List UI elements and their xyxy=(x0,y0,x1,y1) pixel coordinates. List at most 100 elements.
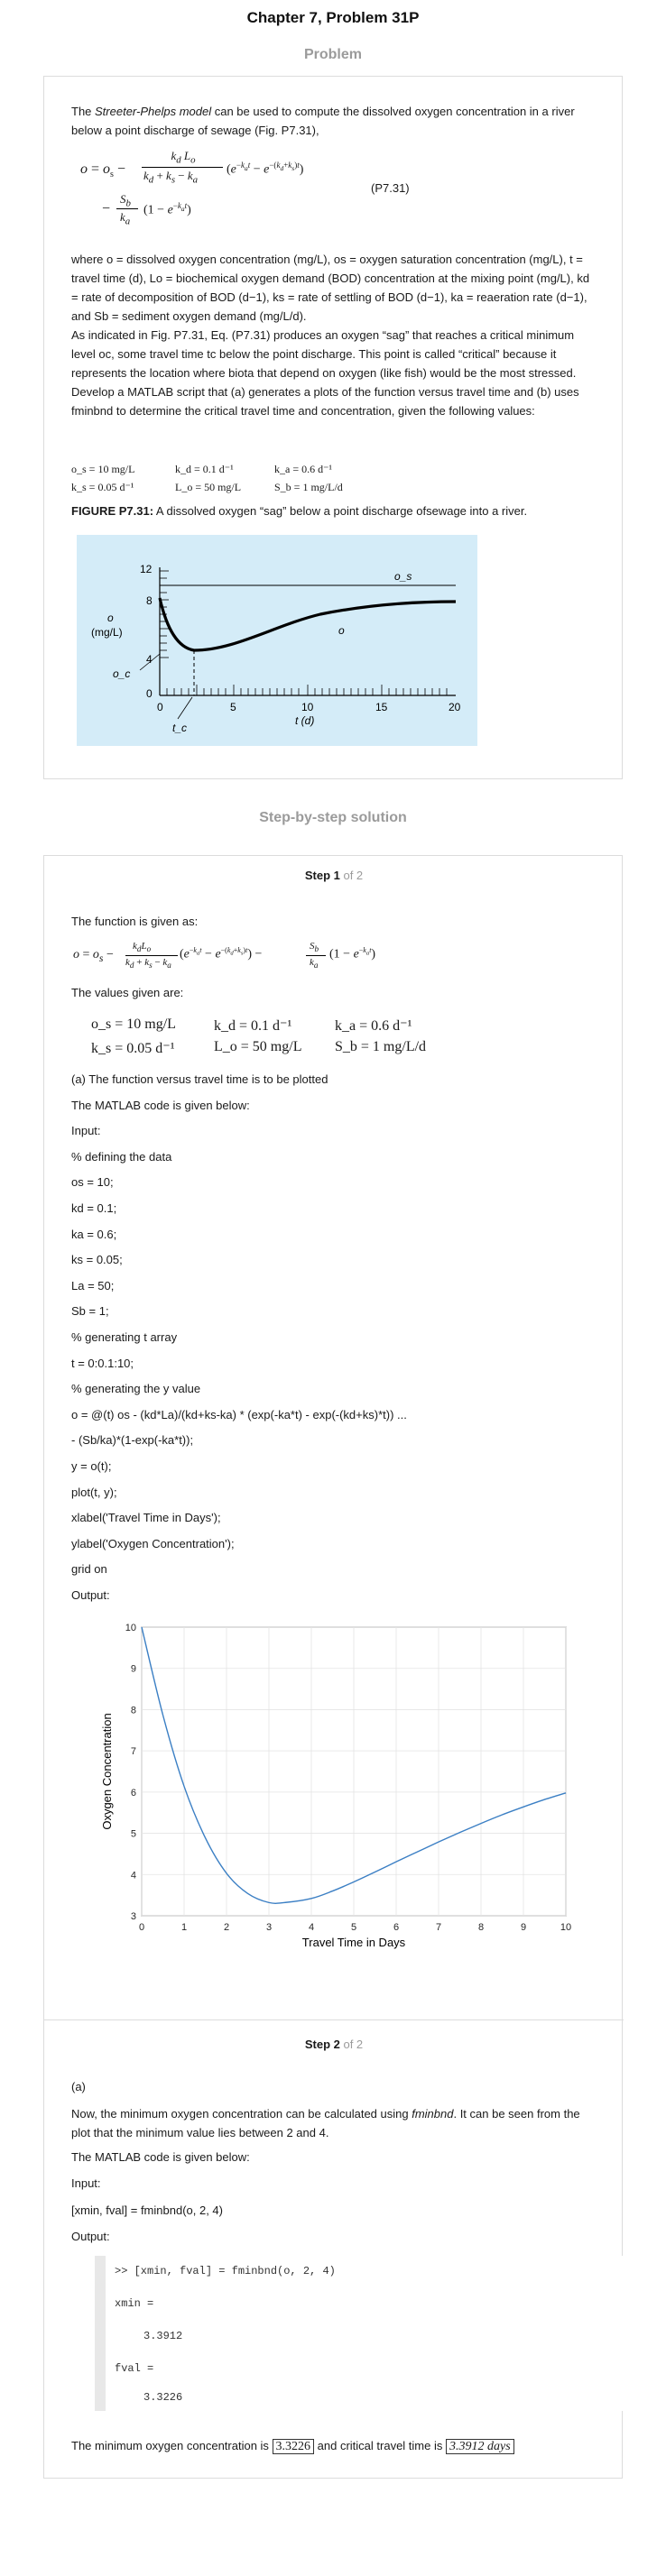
code-line: % defining the data xyxy=(71,1149,172,1164)
plot-xtick-label: 1 xyxy=(181,1922,187,1933)
where-text: where o = dissolved oxygen concentration… xyxy=(71,253,590,323)
fig-ytick-8: 8 xyxy=(146,594,153,607)
code-line: ka = 0.6; xyxy=(71,1227,117,1241)
step-2-header: Step 2 of 2 xyxy=(304,2038,364,2051)
value-sb: S_b = 1 mg/L/d xyxy=(274,481,343,493)
fig-xtick-10: 10 xyxy=(301,701,314,713)
values-intro: The values given are: xyxy=(71,986,184,999)
fig-o-label: o xyxy=(338,624,345,637)
answer-concentration: 3.3226 xyxy=(272,2439,315,2454)
code-line: os = 10; xyxy=(71,1175,114,1190)
step2-input-label: Input: xyxy=(71,2176,101,2190)
plot-ytick-label: 8 xyxy=(131,1705,136,1716)
solution-section-label: Step-by-step solution xyxy=(259,810,407,825)
value-kd: k_d = 0.1 d⁻¹ xyxy=(175,463,234,475)
code-line: xlabel('Travel Time in Days'); xyxy=(71,1511,221,1525)
plot-xtick-label: 7 xyxy=(436,1922,441,1933)
step2-output-label: Output: xyxy=(71,2230,110,2243)
plot-ytick-label: 6 xyxy=(131,1788,136,1799)
plot-xtick-label: 9 xyxy=(521,1922,526,1933)
code-line: kd = 0.1; xyxy=(71,1201,117,1215)
code-line: % generating the y value xyxy=(71,1382,201,1396)
figure-p7-31: 12 8 4 0 o (mg/L) o_c 0 5 10 15 20 t (d)… xyxy=(77,535,477,746)
code-line: t = 0:0.1:10; xyxy=(71,1356,134,1370)
fig-xlabel: t (d) xyxy=(295,714,314,727)
plot-ytick-label: 5 xyxy=(131,1829,136,1840)
page-title: Chapter 7, Problem 31P xyxy=(246,9,420,26)
step1-value-sb: S_b = 1 mg/L/d xyxy=(335,1039,427,1054)
plot-xtick-label: 0 xyxy=(139,1922,144,1933)
code-line: grid on xyxy=(71,1562,107,1577)
figure-caption: FIGURE P7.31: A dissolved oxygen “sag” b… xyxy=(71,504,528,518)
step2-code: [xmin, fval] = fminbnd(o, 2, 4) xyxy=(71,2203,223,2217)
value-ka: k_a = 0.6 d⁻¹ xyxy=(274,463,333,475)
step2-description: Now, the minimum oxygen concentration ca… xyxy=(71,2107,580,2139)
task-text: As indicated in Fig. P7.31, Eq. (P7.31) … xyxy=(71,328,579,418)
step2-code-intro: The MATLAB code is given below: xyxy=(71,2150,250,2164)
terminal-fval-value: 3.3226 xyxy=(143,2391,183,2404)
step2-part: (a) xyxy=(71,2080,86,2093)
code-line: o = @(t) os - (kd*La)/(kd+ks-ka) * (exp(… xyxy=(71,1407,407,1421)
plot-xtick-label: 8 xyxy=(478,1922,484,1933)
code-line: La = 50; xyxy=(71,1278,115,1293)
terminal-command: >> [xmin, fval] = fminbnd(o, 2, 4) xyxy=(115,2265,336,2277)
code-line: y = o(t); xyxy=(71,1459,112,1473)
code-line: (a) The function versus travel time is t… xyxy=(71,1072,328,1086)
function-equation: o = os − kdLo kd + ks − ka (e−kat − e−(k… xyxy=(73,941,376,971)
answer-travel-time: 3.3912 days xyxy=(445,2439,514,2454)
fig-xtick-0: 0 xyxy=(157,701,163,713)
matlab-terminal-output: >> [xmin, fval] = fminbnd(o, 2, 4) xmin … xyxy=(95,2256,623,2411)
fig-ytick-4: 4 xyxy=(146,653,153,666)
step1-value-ks: k_s = 0.05 d⁻¹ xyxy=(91,1041,175,1056)
problem-section-label: Problem xyxy=(303,47,362,62)
plot-ytick-label: 7 xyxy=(131,1746,136,1757)
plot-ytick-label: 4 xyxy=(131,1870,136,1881)
step-1-header: Step 1 of 2 xyxy=(304,869,364,882)
solution-card: Step 1 of 2 The function is given as: o … xyxy=(43,855,624,2479)
fig-os-label: o_s xyxy=(394,570,412,583)
fig-xtick-15: 15 xyxy=(375,701,388,713)
plot-ytick-label: 9 xyxy=(131,1664,136,1675)
final-answer: The minimum oxygen concentration is 3.32… xyxy=(71,2439,514,2454)
value-ks: k_s = 0.05 d⁻¹ xyxy=(71,481,134,493)
plot-xtick-label: 2 xyxy=(224,1922,229,1933)
fig-tc-label: t_c xyxy=(172,722,187,734)
fig-ytick-0: 0 xyxy=(146,687,153,700)
plot-ytick-label: 3 xyxy=(131,1911,136,1922)
oxygen-concentration-plot: 0 1 2 3 4 5 6 7 8 9 10 3 4 5 6 7 8 9 10 Travel Time in Day… xyxy=(100,1623,571,1949)
code-line: % generating t array xyxy=(71,1330,178,1344)
code-line: plot(t, y); xyxy=(71,1485,117,1499)
plot-ylabel: Oxygen Concentration xyxy=(100,1713,114,1829)
oxygen-sag-diagram: 12 8 4 0 o (mg/L) o_c 0 5 10 15 20 t (d)… xyxy=(91,563,461,734)
plot-xtick-label: 5 xyxy=(351,1922,356,1933)
step1-value-ka: k_a = 0.6 d⁻¹ xyxy=(335,1018,412,1034)
code-line: Input: xyxy=(71,1124,101,1138)
step1-value-kd: k_d = 0.1 d⁻¹ xyxy=(214,1018,292,1034)
code-line: ylabel('Oxygen Concentration'); xyxy=(71,1536,235,1550)
plot-xtick-label: 4 xyxy=(309,1922,314,1933)
terminal-xmin-value: 3.3912 xyxy=(143,2330,183,2342)
fig-ytick-12: 12 xyxy=(140,563,153,575)
problem-card: The Streeter-Phelps model can be used to… xyxy=(43,76,623,779)
fig-xtick-5: 5 xyxy=(230,701,236,713)
plot-xtick-label: 3 xyxy=(266,1922,272,1933)
equation-number: (P7.31) xyxy=(371,181,410,195)
plot-xtick-label: 6 xyxy=(393,1922,399,1933)
value-lo: L_o = 50 mg/L xyxy=(175,481,242,493)
step1-value-lo: L_o = 50 mg/L xyxy=(214,1039,302,1054)
terminal-fval-label: fval = xyxy=(115,2362,154,2375)
code-line: - (Sb/ka)*(1-exp(-ka*t)); xyxy=(71,1433,194,1448)
fig-ylabel-unit: (mg/L) xyxy=(91,626,123,639)
step1-value-os: o_s = 10 mg/L xyxy=(91,1017,176,1032)
code-line: The MATLAB code is given below: xyxy=(71,1098,250,1112)
plot-ytick-label: 10 xyxy=(125,1623,136,1633)
plot-xlabel: Travel Time in Days xyxy=(302,1936,406,1949)
code-line: Sb = 1; xyxy=(71,1304,109,1319)
step1-intro: The function is given as: xyxy=(71,915,199,928)
fig-ylabel-o: o xyxy=(107,612,114,624)
fig-oc-label: o_c xyxy=(113,667,130,680)
plot-xtick-label: 10 xyxy=(560,1922,571,1933)
fig-xtick-20: 20 xyxy=(449,701,461,713)
value-os: o_s = 10 mg/L xyxy=(71,463,135,475)
problem-intro: The Streeter-Phelps model can be used to… xyxy=(71,105,575,137)
